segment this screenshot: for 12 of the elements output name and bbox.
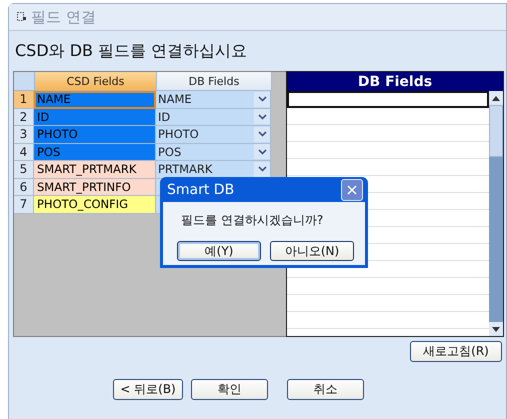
dialog-message: 필드를 연결하시겠습니까? <box>180 212 324 229</box>
dialog-title: Smart DB <box>167 182 234 198</box>
window-title: 필드 연결 <box>31 8 96 26</box>
list-header: DB Fields <box>287 72 503 91</box>
row-number: 7 <box>14 196 34 214</box>
row-number: 4 <box>14 144 34 161</box>
row-number: 1 <box>14 91 34 108</box>
row-number: 2 <box>14 108 34 126</box>
instruction-heading: CSD와 DB 필드를 연결하십시요 <box>14 40 248 62</box>
row-number: 3 <box>14 126 34 144</box>
row-number: 5 <box>14 161 34 178</box>
row-number: 6 <box>14 178 34 196</box>
